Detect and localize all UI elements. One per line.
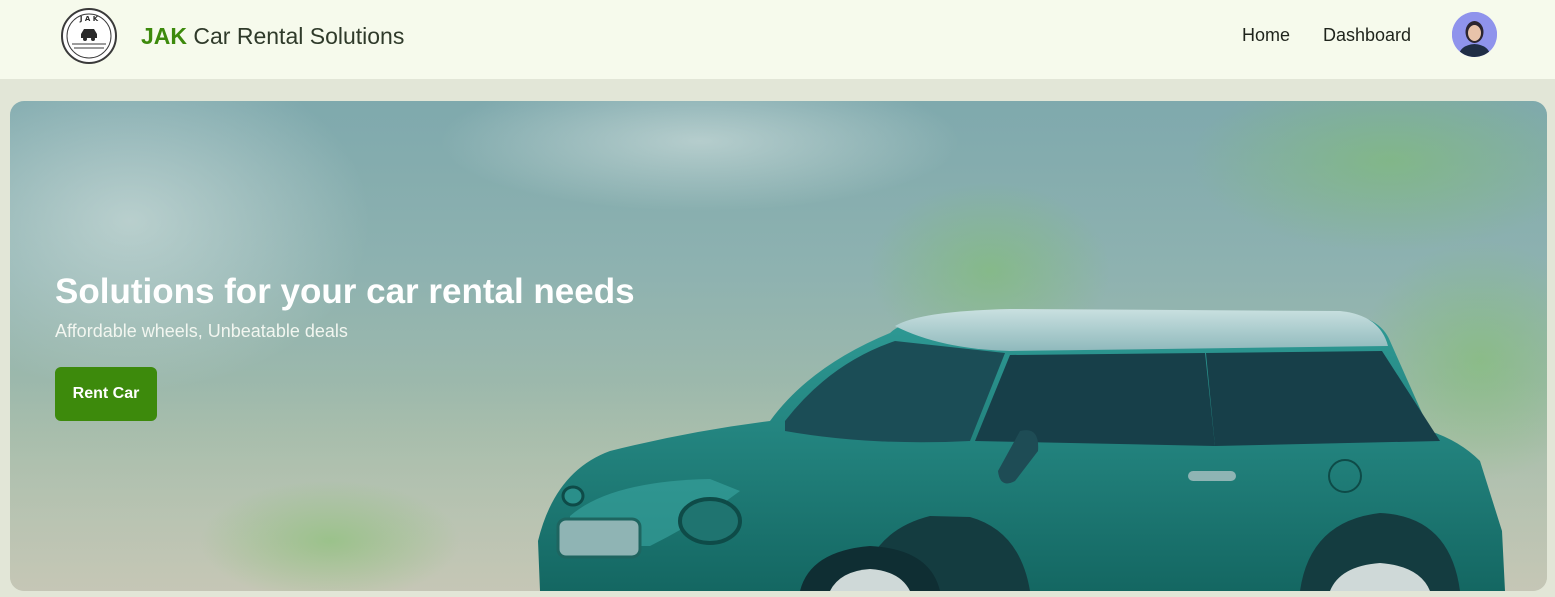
hero-subtitle: Affordable wheels, Unbeatable deals [55, 321, 348, 341]
nav-home-link[interactable]: Home [1242, 24, 1290, 46]
navbar: J A K JAK Car Rental Solutions Home Dash… [0, 0, 1555, 79]
brand-accent: JAK [141, 23, 188, 49]
toy-car-image [10, 101, 1547, 591]
svg-text:J A K: J A K [79, 15, 99, 23]
brand-title[interactable]: JAK Car Rental Solutions [141, 22, 404, 50]
brand-rest: Car Rental Solutions [187, 23, 405, 49]
hero-title: Solutions for your car rental needs [55, 272, 635, 311]
jak-logo-icon[interactable]: J A K [60, 7, 118, 65]
nav-dashboard-link[interactable]: Dashboard [1323, 24, 1411, 46]
user-avatar-icon[interactable] [1452, 12, 1497, 57]
rent-car-button[interactable]: Rent Car [55, 367, 157, 421]
hero-banner: Solutions for your car rental needs Affo… [10, 101, 1547, 591]
